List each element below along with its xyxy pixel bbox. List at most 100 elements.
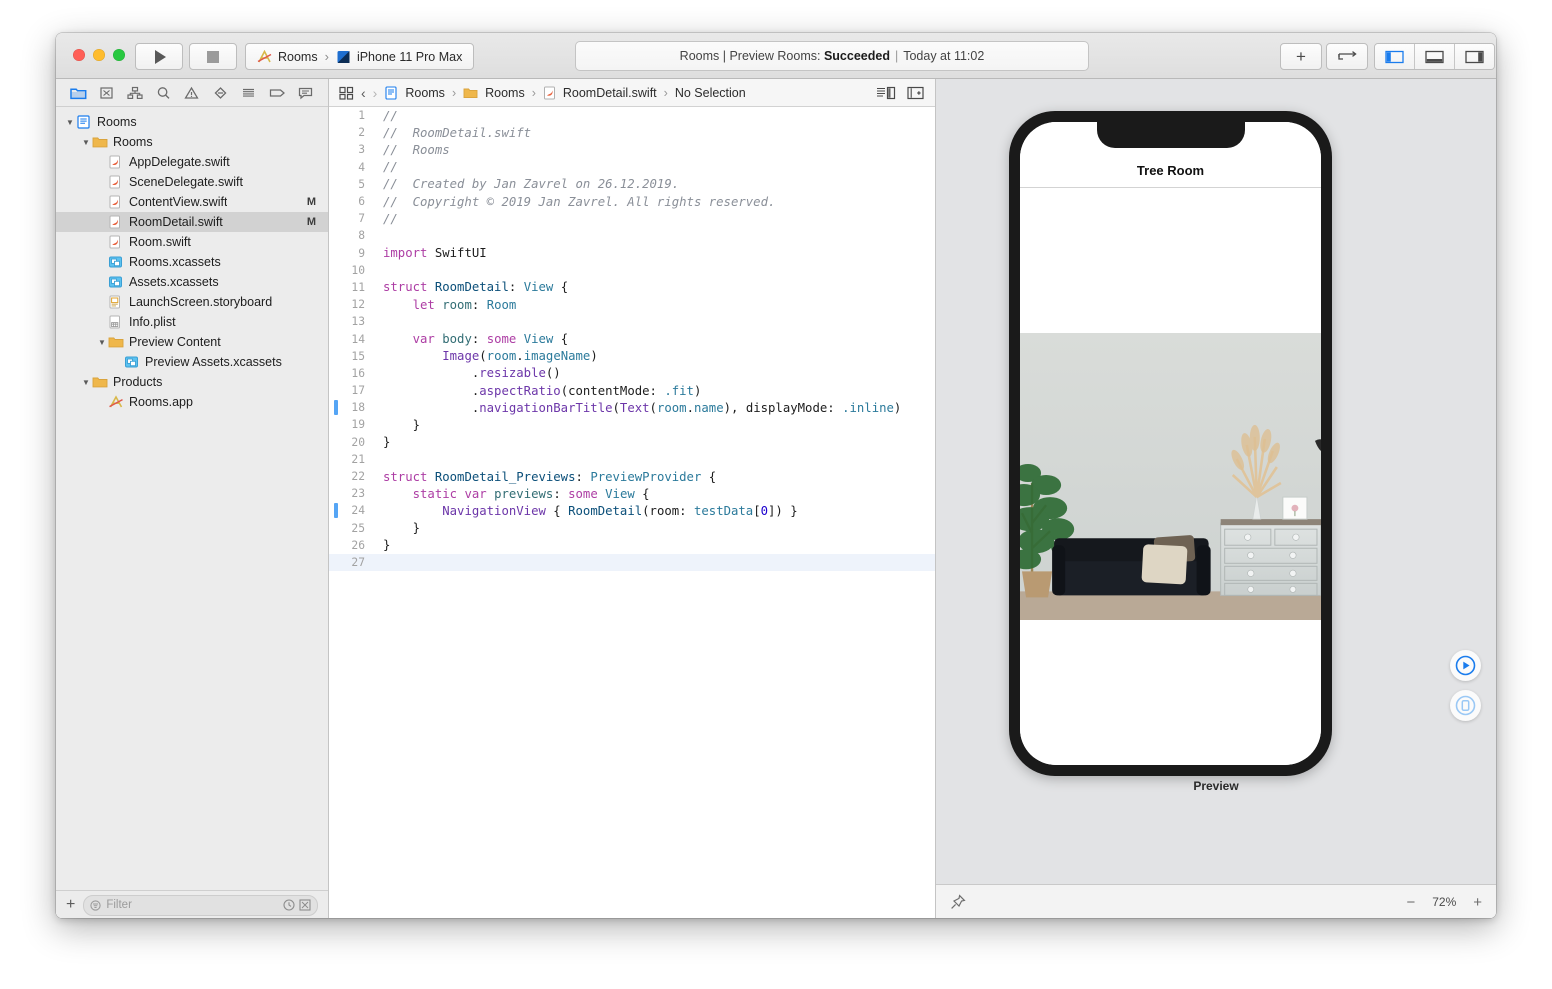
- add-editor-icon[interactable]: [906, 86, 925, 100]
- file-tree-row[interactable]: Assets.xcassets: [56, 272, 328, 292]
- file-tree-label: RoomDetail.swift: [129, 215, 223, 229]
- file-tree-row[interactable]: Rooms.app: [56, 392, 328, 412]
- nav-forward-button[interactable]: ›: [373, 85, 378, 101]
- recent-clock-icon[interactable]: [283, 899, 295, 911]
- code-token: aspectRatio: [479, 384, 560, 398]
- scheme-separator: ›: [324, 49, 330, 64]
- file-tree-row[interactable]: SceneDelegate.swift: [56, 172, 328, 192]
- warning-triangle-icon: [184, 86, 199, 100]
- run-button[interactable]: [135, 43, 183, 70]
- navigator-tab-issue[interactable]: [178, 80, 206, 106]
- navigator-tab-project[interactable]: [64, 80, 92, 106]
- toggle-navigator-button[interactable]: [1375, 44, 1415, 69]
- screenshot-root: Rooms › iPhone 11 Pro Max Rooms | Previe…: [0, 0, 1552, 989]
- code-line: 13: [329, 313, 935, 330]
- related-items-icon[interactable]: [339, 86, 354, 100]
- code-line: 25 }: [329, 520, 935, 537]
- toggle-debug-area-button[interactable]: [1415, 44, 1455, 69]
- code-token: }: [383, 538, 390, 552]
- zoom-button[interactable]: [113, 49, 125, 61]
- navigator-tab-report[interactable]: [292, 80, 320, 106]
- file-tree-row[interactable]: ▼Products: [56, 372, 328, 392]
- code-token: [427, 280, 434, 294]
- close-button[interactable]: [73, 49, 85, 61]
- file-tree-row[interactable]: LaunchScreen.storyboard: [56, 292, 328, 312]
- file-tree-row[interactable]: ▼Preview Content: [56, 332, 328, 352]
- device-circle-icon: [1455, 695, 1476, 716]
- status-bar[interactable]: Rooms | Preview Rooms: Succeeded|Today a…: [575, 41, 1089, 71]
- file-tree-row[interactable]: ContentView.swift M: [56, 192, 328, 212]
- plist-icon: [108, 315, 122, 329]
- navigator-tab-symbol[interactable]: [121, 80, 149, 106]
- line-number: 17: [329, 384, 373, 397]
- nav-back-button[interactable]: ‹: [361, 85, 366, 101]
- stop-button[interactable]: [189, 43, 237, 70]
- breadcrumb-item-2[interactable]: RoomDetail.swift: [563, 86, 657, 100]
- navigator-tab-source-control[interactable]: [92, 80, 120, 106]
- breadcrumb-item-3[interactable]: No Selection: [675, 86, 746, 100]
- nav-bar-title: Tree Room: [1137, 163, 1204, 178]
- pin-icon[interactable]: [950, 894, 966, 910]
- code-line: 6// Copyright © 2019 Jan Zavrel. All rig…: [329, 193, 935, 210]
- navigator-tab-find[interactable]: [149, 80, 177, 106]
- file-tree-label: ContentView.swift: [129, 195, 227, 209]
- file-type-icon: [108, 315, 125, 330]
- file-tree-row[interactable]: Preview Assets.xcassets: [56, 352, 328, 372]
- file-tree-row[interactable]: AppDelegate.swift: [56, 152, 328, 172]
- file-type-icon: [108, 335, 125, 350]
- file-tree-row[interactable]: Rooms.xcassets: [56, 252, 328, 272]
- breadcrumb-item-1[interactable]: Rooms: [485, 86, 525, 100]
- filter-input[interactable]: Filter: [83, 895, 318, 916]
- file-tree-label: Rooms: [97, 115, 137, 129]
- add-item-button[interactable]: +: [1280, 43, 1322, 70]
- source-code-editor[interactable]: 1//2// RoomDetail.swift3// Rooms4//5// C…: [329, 107, 935, 918]
- code-token: View: [524, 280, 554, 294]
- code-token: name: [694, 401, 724, 415]
- breadcrumb-item-0[interactable]: Rooms: [405, 86, 445, 100]
- source-control-filter-icon[interactable]: [299, 899, 311, 911]
- line-number: 16: [329, 367, 373, 380]
- code-line: 9import SwiftUI: [329, 245, 935, 262]
- line-number: 11: [329, 281, 373, 294]
- code-line: 19 }: [329, 416, 935, 433]
- toggle-editor-button[interactable]: [1326, 43, 1368, 70]
- code-token: :: [472, 332, 487, 346]
- canvas-area: Tree Room: [936, 79, 1496, 884]
- add-file-button[interactable]: +: [66, 897, 75, 913]
- code-token: (contentMode:: [561, 384, 665, 398]
- live-preview-button[interactable]: [1450, 650, 1481, 681]
- disclosure-triangle-open[interactable]: ▼: [80, 138, 92, 147]
- file-tree-label: Room.swift: [129, 235, 191, 249]
- code-text: var body: some View {: [373, 332, 568, 346]
- code-token: (): [546, 366, 561, 380]
- minimize-button[interactable]: [93, 49, 105, 61]
- disclosure-triangle-open[interactable]: ▼: [96, 338, 108, 347]
- swap-arrows-icon: [1336, 50, 1358, 64]
- preview-on-device-button[interactable]: [1450, 690, 1481, 721]
- disclosure-triangle-open[interactable]: ▼: [64, 118, 76, 127]
- folder-icon: [70, 86, 87, 100]
- project-file-icon: [384, 86, 398, 100]
- filter-actions: [283, 899, 311, 911]
- code-text: .navigationBarTitle(Text(room.name), dis…: [373, 401, 901, 415]
- assistant-editor-icon[interactable]: [876, 86, 896, 100]
- code-text: .resizable(): [373, 366, 561, 380]
- navigator-tab-breakpoint[interactable]: [263, 80, 291, 106]
- modified-badge: M: [307, 196, 316, 208]
- navigator-tab-debug[interactable]: [235, 80, 263, 106]
- stop-icon: [207, 51, 219, 63]
- toggle-inspector-button[interactable]: [1455, 44, 1494, 69]
- file-tree-row[interactable]: ▼ Rooms: [56, 112, 328, 132]
- preview-controls: [1450, 650, 1481, 721]
- navigator-tab-test[interactable]: [206, 80, 234, 106]
- zoom-in-button[interactable]: +: [1473, 895, 1482, 910]
- zoom-out-button[interactable]: −: [1406, 895, 1415, 910]
- file-type-icon: [108, 175, 125, 190]
- file-tree-row[interactable]: RoomDetail.swiftM: [56, 212, 328, 232]
- scheme-selector[interactable]: Rooms › iPhone 11 Pro Max: [245, 43, 474, 70]
- disclosure-triangle-open[interactable]: ▼: [80, 378, 92, 387]
- file-tree-row[interactable]: Info.plist: [56, 312, 328, 332]
- file-tree-row[interactable]: Room.swift: [56, 232, 328, 252]
- code-token: :: [553, 487, 568, 501]
- file-tree-row[interactable]: ▼Rooms: [56, 132, 328, 152]
